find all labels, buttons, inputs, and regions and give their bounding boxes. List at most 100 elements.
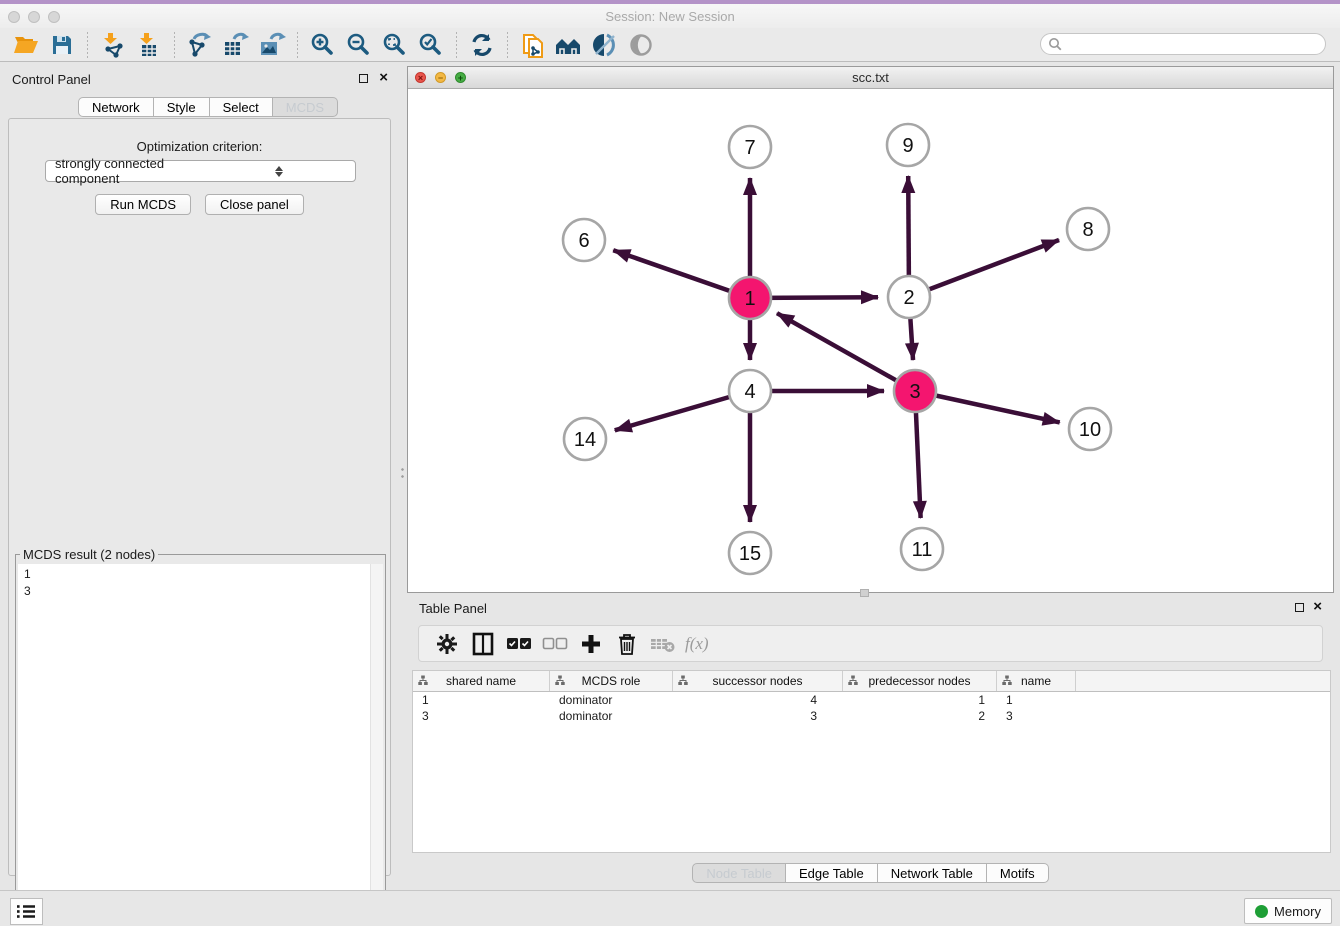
export-table-icon[interactable]	[221, 31, 251, 59]
memory-button[interactable]: Memory	[1244, 898, 1332, 924]
graph-node-label-6: 6	[578, 230, 589, 252]
float-table-panel-icon[interactable]	[1295, 603, 1304, 612]
export-network-icon[interactable]	[185, 31, 215, 59]
float-panel-icon[interactable]	[359, 74, 368, 83]
node-table[interactable]: shared name MCDS role successor nodes prede…	[412, 670, 1331, 853]
tab-network[interactable]: Network	[78, 97, 154, 117]
function-builder-icon[interactable]: f(x)	[685, 634, 709, 654]
window-titlebar: Session: New Session	[0, 4, 1340, 29]
toolbar-separator	[174, 32, 175, 58]
delete-column-icon[interactable]	[645, 629, 681, 659]
clone-network-icon[interactable]	[518, 31, 548, 59]
column-header-label: shared name	[446, 674, 516, 688]
cell-successor-nodes[interactable]: 4	[673, 693, 843, 707]
column-header-label: MCDS role	[582, 674, 641, 688]
column-header-name[interactable]: name	[997, 671, 1076, 691]
main-toolbar	[0, 28, 1340, 62]
add-row-icon[interactable]	[573, 629, 609, 659]
result-scrollbar[interactable]	[370, 564, 383, 916]
mcds-result-box: MCDS result (2 nodes) 13	[15, 547, 386, 919]
export-image-icon[interactable]	[257, 31, 287, 59]
optimization-label: Optimization criterion:	[9, 139, 390, 154]
column-header-MCDS-role[interactable]: MCDS role	[550, 671, 673, 691]
close-panel-button[interactable]: Close panel	[205, 194, 304, 215]
network-canvas[interactable]: 7968124314101511	[408, 89, 1333, 592]
application-window: Session: New Session	[0, 0, 1340, 926]
column-header-predecessor-nodes[interactable]: predecessor nodes	[843, 671, 997, 691]
zoom-fit-icon[interactable]	[380, 31, 410, 59]
column-header-successor-nodes[interactable]: successor nodes	[673, 671, 843, 691]
column-header-label: predecessor nodes	[868, 674, 970, 688]
control-panel-tabs: NetworkStyleSelectMCDS	[78, 97, 338, 117]
graph-node-label-14: 14	[574, 429, 596, 451]
run-mcds-button[interactable]: Run MCDS	[95, 194, 191, 215]
columns-icon[interactable]	[465, 629, 501, 659]
trash-icon[interactable]	[609, 629, 645, 659]
graph-node-label-4: 4	[744, 381, 755, 403]
mcds-result-line: 3	[24, 583, 371, 600]
tab-select[interactable]: Select	[210, 97, 273, 117]
control-panel-title: Control Panel	[12, 72, 91, 87]
cell-name[interactable]: 3	[997, 709, 1076, 723]
select-all-icon[interactable]	[501, 629, 537, 659]
close-table-panel-icon[interactable]: ×	[1313, 599, 1322, 615]
network-view-window: × − + scc.txt 7968124314101511	[407, 66, 1334, 593]
open-session-icon[interactable]	[11, 31, 41, 59]
column-header-icon	[848, 675, 858, 686]
panel-splitter-handle[interactable]	[399, 466, 406, 480]
column-header-shared-name[interactable]: shared name	[413, 671, 550, 691]
table-row[interactable]: 3dominator323	[413, 708, 1330, 724]
cell-predecessor-nodes[interactable]: 1	[843, 693, 997, 707]
graph-edge-2-8[interactable]	[909, 240, 1059, 297]
zoom-out-icon[interactable]	[344, 31, 374, 59]
cell-shared-name[interactable]: 3	[413, 709, 550, 723]
graph-node-label-7: 7	[744, 137, 755, 159]
graph-node-label-9: 9	[902, 135, 913, 157]
search-input[interactable]	[1063, 34, 1325, 54]
zoom-selected-icon[interactable]	[416, 31, 446, 59]
first-neighbors-icon[interactable]	[554, 31, 584, 59]
toolbar-separator	[456, 32, 457, 58]
network-window-titlebar[interactable]: × − + scc.txt	[408, 67, 1333, 89]
column-header-icon	[418, 675, 428, 686]
table-row[interactable]: 1dominator411	[413, 692, 1330, 708]
cell-name[interactable]: 1	[997, 693, 1076, 707]
mcds-result-text[interactable]: 13	[18, 564, 371, 916]
column-header-icon	[555, 675, 565, 686]
graph-node-label-8: 8	[1082, 219, 1093, 241]
tab-motifs[interactable]: Motifs	[987, 863, 1049, 883]
import-network-icon[interactable]	[98, 31, 128, 59]
table-body: 1dominator4113dominator323	[413, 692, 1330, 724]
tab-style[interactable]: Style	[154, 97, 210, 117]
cell-predecessor-nodes[interactable]: 2	[843, 709, 997, 723]
gear-icon[interactable]	[429, 629, 465, 659]
import-table-icon[interactable]	[134, 31, 164, 59]
clear-selection-icon[interactable]	[537, 629, 573, 659]
cell-MCDS-role[interactable]: dominator	[550, 709, 673, 723]
search-box[interactable]	[1040, 33, 1326, 55]
mcds-panel: Optimization criterion: strongly connect…	[8, 118, 391, 876]
optimization-dropdown[interactable]: strongly connected component	[45, 160, 356, 182]
style-icon[interactable]	[590, 31, 620, 59]
graph-node-label-3: 3	[909, 381, 920, 403]
cell-successor-nodes[interactable]: 3	[673, 709, 843, 723]
tab-mcds[interactable]: MCDS	[273, 97, 338, 117]
table-panel: Table Panel ×	[407, 595, 1334, 890]
zoom-in-icon[interactable]	[308, 31, 338, 59]
tab-network-table[interactable]: Network Table	[878, 863, 987, 883]
graph-node-label-2: 2	[903, 287, 914, 309]
task-history-button[interactable]	[10, 898, 43, 925]
tab-node-table[interactable]: Node Table	[692, 863, 786, 883]
table-toolbar: f(x)	[418, 625, 1323, 662]
cell-MCDS-role[interactable]: dominator	[550, 693, 673, 707]
graph-node-label-11: 11	[912, 539, 933, 561]
apply-layout-icon[interactable]	[467, 31, 497, 59]
cell-shared-name[interactable]: 1	[413, 693, 550, 707]
close-panel-icon[interactable]: ×	[379, 70, 388, 86]
graph-edge-3-1[interactable]	[777, 313, 915, 391]
save-session-icon[interactable]	[47, 31, 77, 59]
tab-edge-table[interactable]: Edge Table	[786, 863, 878, 883]
graph-node-label-10: 10	[1079, 419, 1101, 441]
show-hide-icon[interactable]	[626, 31, 656, 59]
column-header-icon	[1002, 675, 1012, 686]
